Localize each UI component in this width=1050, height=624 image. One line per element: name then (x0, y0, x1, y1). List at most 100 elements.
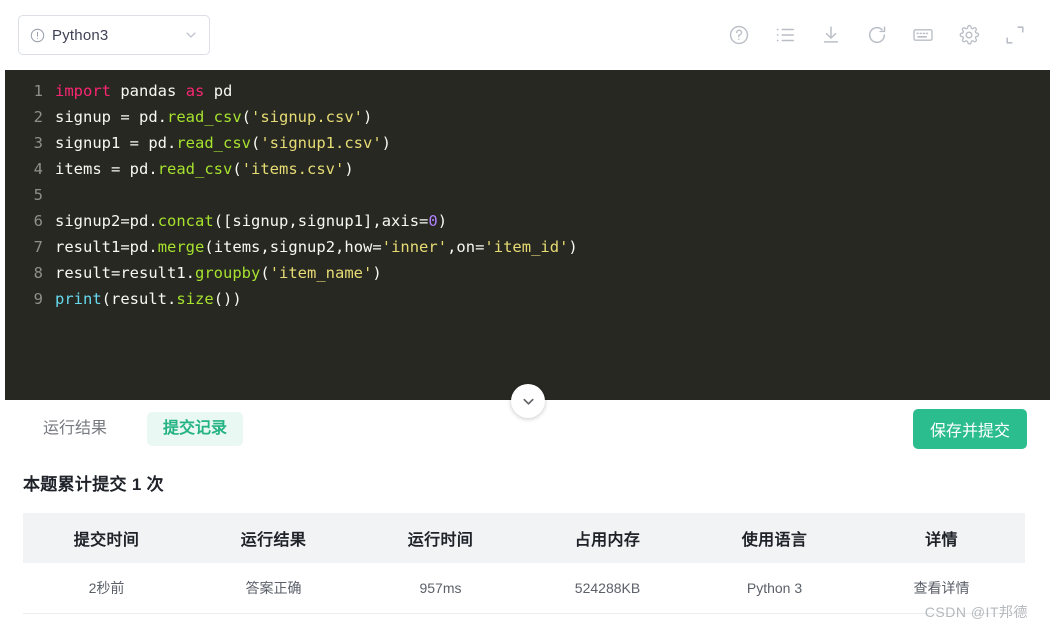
code-editor[interactable]: 1 import pandas as pd 2 signup = pd.read_cs… (5, 70, 1050, 400)
code-token: 'item_name' (269, 264, 373, 282)
code-token: result1 (120, 264, 186, 282)
code-token: = (111, 264, 121, 282)
code-token: 0 (428, 212, 438, 230)
code-token: 'items.csv' (241, 160, 345, 178)
help-icon[interactable] (728, 24, 750, 46)
code-token: concat (157, 212, 214, 230)
code-token: read_csv (167, 108, 242, 126)
tab-run-result[interactable]: 运行结果 (27, 412, 123, 446)
code-token: signup1 (297, 212, 364, 230)
keyboard-icon[interactable] (912, 24, 934, 46)
line-number: 6 (33, 212, 43, 230)
column-header-result: 运行结果 (190, 513, 357, 563)
settings-icon[interactable] (958, 24, 980, 46)
code-token: print (55, 290, 102, 308)
line-number: 8 (33, 264, 43, 282)
code-token: pd (213, 82, 233, 100)
code-line: 3 signup1 = pd.read_csv('signup1.csv') (5, 130, 1050, 156)
code-token: ([ (213, 212, 233, 230)
code-token: , (447, 238, 457, 256)
code-token: = (372, 238, 382, 256)
code-line: 9 print(result.size()) (5, 286, 1050, 312)
cell-submit-time: 2秒前 (23, 563, 190, 614)
cell-language: Python 3 (691, 563, 858, 614)
exclamation-circle-icon (30, 28, 45, 43)
code-token: . (167, 134, 177, 152)
watermark: CSDN @IT邦德 (924, 604, 1028, 620)
language-selector[interactable]: Python3 (18, 15, 210, 55)
submission-summary: 本题累计提交 1 次 (23, 475, 164, 494)
code-token: . (185, 264, 196, 282)
code-submission-page: Python3 1 import pandas as pd 2 signup =… (0, 0, 1050, 624)
column-header-memory: 占用内存 (524, 513, 691, 563)
tab-submission-record[interactable]: 提交记录 (147, 412, 244, 446)
code-token: ) (363, 108, 373, 126)
collapse-editor-button[interactable] (511, 384, 545, 418)
code-token: pd (129, 212, 149, 230)
code-token: . (148, 160, 158, 178)
code-content[interactable]: 1 import pandas as pd 2 signup = pd.read_cs… (5, 70, 1050, 312)
results-panel: 运行结果 提交记录 保存并提交 本题累计提交 1 次 提交时间 运行结果 运行时… (0, 400, 1050, 624)
code-token: signup2 (55, 212, 121, 230)
code-token: 'inner' (381, 238, 448, 256)
code-token: ( (101, 290, 112, 308)
column-header-submit-time: 提交时间 (23, 513, 190, 563)
code-token: = (129, 134, 149, 152)
code-token: pd (148, 134, 167, 152)
code-token: on (456, 238, 476, 256)
line-number: 7 (33, 238, 43, 256)
fullscreen-icon[interactable] (1004, 24, 1026, 46)
code-token: merge (157, 238, 205, 256)
submission-records-table: 提交时间 运行结果 运行时间 占用内存 使用语言 详情 2秒前 答案正确 957… (23, 513, 1025, 614)
column-header-language: 使用语言 (691, 513, 858, 563)
code-token: ) (568, 238, 578, 256)
language-selector-value: Python3 (52, 26, 109, 44)
cell-run-time: 957ms (357, 563, 524, 614)
code-token: groupby (195, 264, 261, 282)
code-token: ( (204, 238, 214, 256)
code-token: ( (241, 108, 252, 126)
code-token: , (288, 212, 298, 230)
line-number: 9 (33, 290, 43, 308)
line-number: 3 (33, 134, 43, 152)
line-number: 1 (33, 82, 43, 100)
code-token: size (176, 290, 214, 308)
code-token: ()) (213, 290, 242, 308)
list-icon[interactable] (774, 24, 796, 46)
code-token: axis (381, 212, 420, 230)
refresh-icon[interactable] (866, 24, 888, 46)
code-token: = (120, 212, 130, 230)
code-token: how (344, 238, 373, 256)
code-token: . (148, 212, 158, 230)
code-line: 7 result1=pd.merge(items,signup2,how='inn… (5, 234, 1050, 260)
code-token: import (55, 82, 111, 100)
editor-toolbar: Python3 (0, 0, 1050, 70)
code-token: , (335, 238, 345, 256)
status-badge: 答案正确 (190, 563, 357, 614)
code-token: ) (381, 134, 392, 152)
code-line: 1 import pandas as pd (5, 78, 1050, 104)
code-token: as (185, 82, 205, 100)
table-row[interactable]: 2秒前 答案正确 957ms 524288KB Python 3 查看详情 (23, 563, 1025, 614)
code-token: items (213, 238, 261, 256)
table-head: 提交时间 运行结果 运行时间 占用内存 使用语言 详情 (23, 513, 1025, 563)
code-token: signup2 (269, 238, 336, 256)
code-token: ) (344, 160, 354, 178)
table-body: 2秒前 答案正确 957ms 524288KB Python 3 查看详情 (23, 563, 1025, 614)
toolbar-icon-group (728, 24, 1026, 46)
download-icon[interactable] (820, 24, 842, 46)
chevron-down-icon (521, 394, 536, 409)
save-and-submit-button[interactable]: 保存并提交 (912, 409, 1027, 449)
code-token: pd (139, 108, 158, 126)
code-token: signup (55, 108, 121, 126)
line-number: 5 (33, 186, 43, 204)
code-line: 5 (5, 182, 1050, 208)
code-token: pd (129, 238, 149, 256)
code-token: result1 (55, 238, 121, 256)
code-token: result (111, 290, 168, 308)
code-token: = (419, 212, 429, 230)
code-token: , (260, 238, 270, 256)
code-token: ) (372, 264, 382, 282)
